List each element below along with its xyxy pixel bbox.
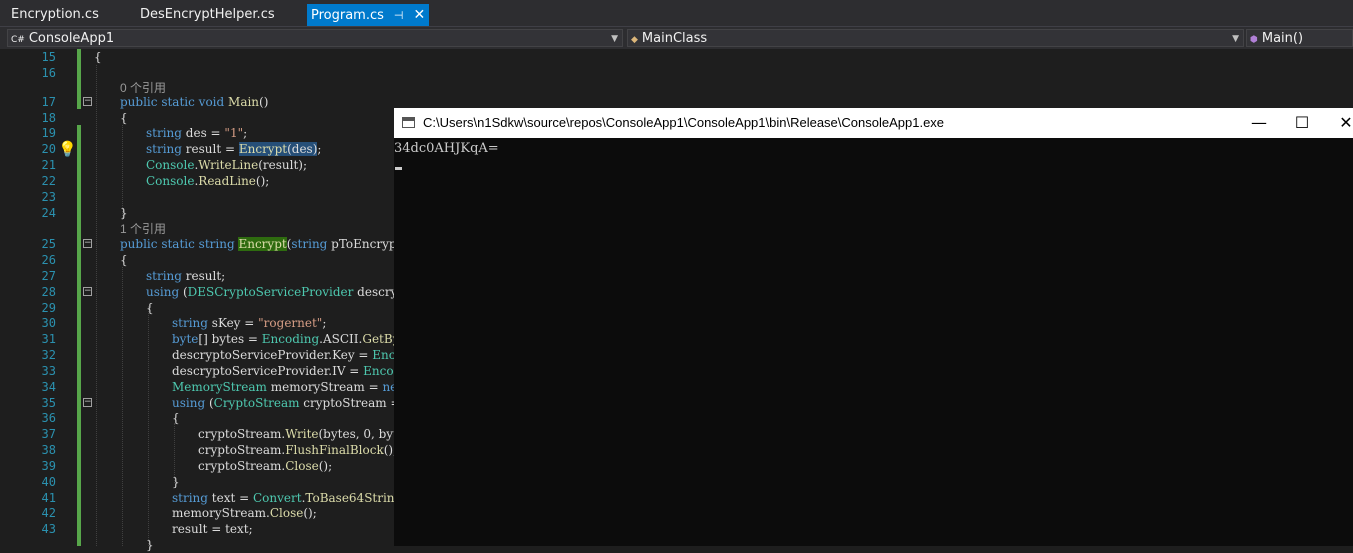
class-dropdown[interactable]: ◆ MainClass ▼ [627,29,1244,47]
code-line: descryptoServiceProvider.Key = Encoding [172,348,430,362]
code-line: { [172,411,180,425]
line-number: 28 [41,285,56,299]
code-line: cryptoStream.FlushFinalBlock(); [198,443,398,457]
line-number: 39 [41,459,56,473]
maximize-button[interactable]: ☐ [1279,108,1325,138]
line-number: 29 [41,301,56,315]
tab-desencrypthelper-cs[interactable]: DesEncryptHelper.cs [140,4,275,26]
chevron-down-icon: ▼ [611,34,618,44]
tab-label: DesEncryptHelper.cs [140,7,275,22]
code-line: } [120,206,128,220]
csharp-project-icon: C# [11,35,25,45]
code-line: string result; [146,269,226,283]
line-number: 20 [41,142,56,156]
change-marker [77,125,81,546]
line-number: 30 [41,316,56,330]
code-line: result = text; [172,522,253,536]
class-icon: ◆ [631,35,638,45]
code-line: { [94,50,102,64]
code-line: cryptoStream.Close(); [198,459,333,473]
chevron-down-icon: ▼ [1232,34,1239,44]
close-icon[interactable]: ✕ [414,4,426,26]
console-window[interactable]: C:\Users\n1Sdkw\source\repos\ConsoleApp1… [394,108,1353,546]
line-number: 41 [41,491,56,505]
line-number: 33 [41,364,56,378]
console-title: C:\Users\n1Sdkw\source\repos\ConsoleApp1… [423,115,945,130]
navigation-bar: C# ConsoleApp1 ▼ ◆ MainClass ▼ ⬢ Main() [0,26,1353,50]
line-number: 26 [41,253,56,267]
tab-label: Program.cs [311,8,384,23]
change-marker [77,49,81,109]
code-line: string result = Encrypt(des); [146,142,322,156]
code-line: byte[] bytes = Encoding.ASCII.GetBytes [172,332,418,346]
code-line: descryptoServiceProvider.IV = Encoding [172,364,421,378]
code-line: } [146,538,154,552]
line-number: 15 [41,50,56,64]
tab-program-cs[interactable]: Program.cs ⊣ ✕ [307,4,430,26]
line-number: 27 [41,269,56,283]
line-number: 37 [41,427,56,441]
code-line: Console.WriteLine(result); [146,158,308,172]
method-icon: ⬢ [1250,35,1258,45]
console-cursor [395,167,402,170]
project-label: ConsoleApp1 [28,31,115,46]
console-titlebar[interactable]: C:\Users\n1Sdkw\source\repos\ConsoleApp1… [394,108,1353,138]
code-line: Console.ReadLine(); [146,174,270,188]
line-number: 22 [41,174,56,188]
line-number: 40 [41,475,56,489]
line-number: 19 [41,126,56,140]
line-number: 17 [41,95,56,109]
tab-label: Encryption.cs [11,7,99,22]
close-button[interactable]: ✕ [1323,108,1353,138]
lightbulb-icon[interactable]: 💡 [58,140,77,158]
collapse-toggle[interactable]: − [83,398,92,407]
code-line: using (CryptoStream cryptoStream = [172,396,405,410]
line-number: 35 [41,396,56,410]
line-number: 38 [41,443,56,457]
line-number: 43 [41,522,56,536]
project-dropdown[interactable]: C# ConsoleApp1 ▼ [7,29,623,47]
codelens-references[interactable]: 1 个引用 [120,220,166,237]
collapse-toggle[interactable]: − [83,287,92,296]
document-tab-strip: Encryption.cs DesEncryptHelper.cs Progra… [0,0,1353,26]
line-number: 25 [41,237,56,251]
code-line: public static string Encrypt(string pToE… [120,237,407,251]
collapse-toggle[interactable]: − [83,239,92,248]
code-line: string sKey = "rogernet"; [172,316,327,330]
code-line: string des = "1"; [146,126,248,140]
line-number: 23 [41,190,56,204]
code-line: string text = Convert.ToBase64String [172,491,403,505]
member-label: Main() [1261,31,1304,46]
console-output: 34dc0AHJKqA= [394,141,499,156]
code-line: { [146,301,154,315]
line-number: 18 [41,111,56,125]
line-number: 36 [41,411,56,425]
collapse-toggle[interactable]: − [83,97,92,106]
tab-encryption-cs[interactable]: Encryption.cs [11,4,99,26]
member-dropdown[interactable]: ⬢ Main() [1246,29,1353,47]
code-line: { [120,253,128,267]
minimize-button[interactable]: — [1236,108,1282,138]
line-number: 24 [41,206,56,220]
line-number: 16 [41,66,56,80]
pin-icon[interactable]: ⊣ [394,9,404,22]
code-line: cryptoStream.Write(bytes, 0, bytes [198,427,412,441]
line-number: 32 [41,348,56,362]
class-label: MainClass [641,31,708,46]
code-line: public static void Main() [120,95,269,109]
console-app-icon [402,117,415,128]
code-line: memoryStream.Close(); [172,506,317,520]
line-number: 42 [41,506,56,520]
line-number: 34 [41,380,56,394]
line-number: 31 [41,332,56,346]
code-line: } [172,475,180,489]
line-number: 21 [41,158,56,172]
code-line: { [120,111,128,125]
